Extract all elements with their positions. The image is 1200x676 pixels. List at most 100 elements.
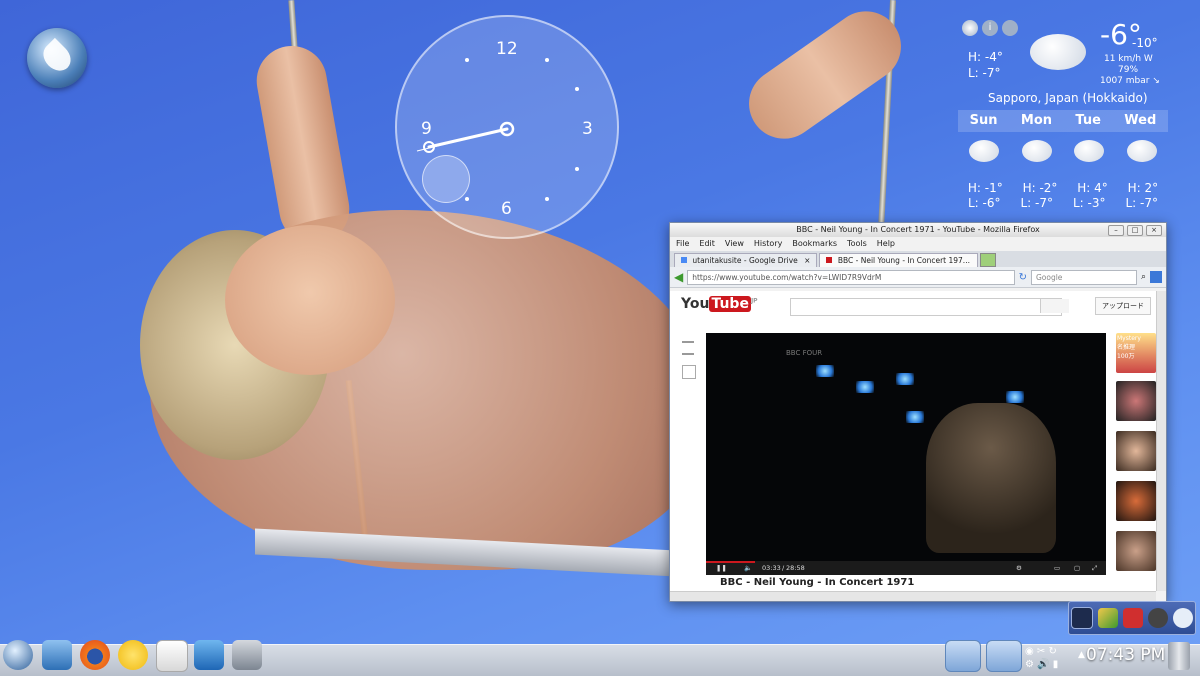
volume-icon[interactable]: 🔈 <box>744 561 752 575</box>
trash-icon[interactable] <box>1168 642 1190 670</box>
expand-tray-icon[interactable]: ▲ <box>1078 650 1085 660</box>
forecast-high: H: 2° <box>1127 181 1159 195</box>
youtube-search-input[interactable] <box>790 298 1062 316</box>
lock-screen-icon[interactable] <box>1071 607 1094 629</box>
vertical-scrollbar[interactable] <box>1156 291 1166 591</box>
snow-cloud-icon <box>1126 140 1157 162</box>
close-button[interactable]: × <box>1146 225 1162 236</box>
kickoff-menu-icon[interactable] <box>3 640 33 670</box>
tab-google-drive[interactable]: utanitakusite - Google Drive × <box>674 253 818 267</box>
pressure: 1007 mbar ↘ <box>1100 76 1160 86</box>
updates-icon[interactable]: ↻ <box>1049 646 1057 657</box>
clipboard-icon[interactable]: ✂ <box>1037 646 1045 657</box>
chat-icon[interactable] <box>118 640 148 670</box>
menu-edit[interactable]: Edit <box>699 237 715 251</box>
forecast-high: H: -2° <box>1022 181 1058 195</box>
reload-icon[interactable]: ↻ <box>1019 272 1027 283</box>
network-icon[interactable]: ◉ <box>1025 646 1034 657</box>
horizontal-scrollbar[interactable] <box>670 591 1156 601</box>
menu-file[interactable]: File <box>676 237 689 251</box>
related-video-thumbnail[interactable]: Mystery 名推理 100万 <box>1116 333 1156 373</box>
related-video-thumbnail[interactable] <box>1116 531 1156 571</box>
timer-icon[interactable] <box>1172 608 1193 628</box>
performer <box>926 403 1056 553</box>
guide-icon[interactable] <box>682 365 696 379</box>
youtube-logo[interactable]: You Tube JP <box>681 296 758 312</box>
menu-help[interactable]: Help <box>877 237 895 251</box>
switch-user-icon[interactable] <box>1098 608 1119 628</box>
menu-bar: File Edit View History Bookmarks Tools H… <box>670 237 1166 251</box>
sun-icon[interactable] <box>962 20 978 36</box>
minimize-button[interactable]: – <box>1108 225 1124 236</box>
settings-icon[interactable] <box>1002 20 1018 36</box>
upload-button[interactable]: アップロード <box>1095 297 1151 315</box>
taskbar-clock[interactable]: 07:43 PM <box>1086 645 1165 665</box>
thumb-text: 100万 <box>1117 353 1135 360</box>
youtube-search-button[interactable] <box>1040 299 1069 313</box>
cloud-snow-icon <box>1030 34 1086 70</box>
system-settings-icon[interactable] <box>232 640 262 670</box>
menu-history[interactable]: History <box>754 237 782 251</box>
back-arrow-icon[interactable]: ◀ <box>674 270 683 284</box>
info-icon[interactable]: i <box>982 20 998 36</box>
search-icon[interactable]: ⌕ <box>1141 272 1146 282</box>
related-video-thumbnail[interactable] <box>1116 431 1156 471</box>
menu-view[interactable]: View <box>725 237 744 251</box>
forecast-icons <box>958 140 1168 162</box>
forecast-day-name: Tue <box>1075 113 1101 128</box>
video-player[interactable]: BBC FOUR <box>706 333 1106 575</box>
tab-close-icon[interactable]: × <box>976 256 977 265</box>
firefox-window[interactable]: BBC - Neil Young - In Concert 1971 - You… <box>669 222 1167 602</box>
system-tray-panel <box>1068 601 1196 635</box>
battery-icon[interactable]: ▮ <box>1053 659 1059 670</box>
window-titlebar[interactable]: BBC - Neil Young - In Concert 1971 - You… <box>670 223 1166 237</box>
related-video-thumbnail[interactable] <box>1116 481 1156 521</box>
guide-menu-icon[interactable] <box>682 341 694 355</box>
pause-icon[interactable]: ❚❚ <box>716 561 727 575</box>
menu-tools[interactable]: Tools <box>847 237 867 251</box>
thumb-text: Mystery <box>1117 335 1141 342</box>
forecast-day-name: Wed <box>1124 113 1157 128</box>
firefox-icon[interactable] <box>80 640 110 670</box>
power-icon[interactable] <box>1122 608 1143 628</box>
task-window-button[interactable] <box>945 640 981 672</box>
task-window-button[interactable] <box>986 640 1022 672</box>
theater-mode-icon[interactable]: ▭ <box>1054 561 1060 575</box>
forecast-highs: H: -1° H: -2° H: 4° H: 2° <box>958 181 1168 195</box>
stage-light <box>856 381 874 393</box>
forecast-day-name: Sun <box>969 113 998 128</box>
mail-icon[interactable] <box>156 640 188 672</box>
volume-icon[interactable]: 🔊 <box>1037 659 1049 670</box>
clock-icon[interactable] <box>1147 608 1168 628</box>
forecast-day-name: Mon <box>1020 113 1053 128</box>
file-manager-icon[interactable] <box>42 640 72 670</box>
search-input[interactable]: Google <box>1030 269 1137 285</box>
weather-widget[interactable]: i H: -4° L: -7° -6° -10° 11 km/h W 79% 1… <box>958 14 1168 214</box>
stage-light <box>1006 391 1024 403</box>
snow-cloud-icon <box>1021 140 1052 162</box>
menu-bookmarks[interactable]: Bookmarks <box>792 237 837 251</box>
popout-icon[interactable]: ▢ <box>1074 561 1080 575</box>
wind: 11 km/h W <box>1104 54 1153 64</box>
model-face <box>225 225 395 375</box>
media-player-icon[interactable] <box>194 640 224 670</box>
tab-close-icon[interactable]: × <box>804 256 810 265</box>
related-video-thumbnail[interactable] <box>1116 381 1156 421</box>
device-icon[interactable]: ⚙ <box>1025 659 1034 670</box>
url-bar[interactable]: https://www.youtube.com/watch?v=LWID7R9V… <box>687 269 1015 285</box>
app-launcher-icon[interactable] <box>27 28 87 88</box>
stage-light <box>906 411 924 423</box>
today-high: H: -4° <box>968 50 1003 64</box>
maximize-button[interactable]: □ <box>1127 225 1143 236</box>
analog-clock-widget[interactable]: 12 3 6 9 <box>395 15 619 239</box>
settings-gear-icon[interactable]: ⚙ <box>1016 561 1022 575</box>
new-tab-button[interactable] <box>980 253 997 267</box>
forecast-day-names: Sun Mon Tue Wed <box>958 113 1168 128</box>
tab-youtube[interactable]: BBC - Neil Young - In Concert 197... × <box>819 253 979 267</box>
navigation-bar: ◀ https://www.youtube.com/watch?v=LWID7R… <box>670 267 1166 288</box>
window-title: BBC - Neil Young - In Concert 1971 - You… <box>796 225 1040 234</box>
forecast-low: L: -3° <box>1072 196 1106 210</box>
feels-like-temperature: -10° <box>1132 36 1158 50</box>
fullscreen-icon[interactable]: ⤢ <box>1092 561 1097 575</box>
home-icon[interactable] <box>1150 271 1162 283</box>
